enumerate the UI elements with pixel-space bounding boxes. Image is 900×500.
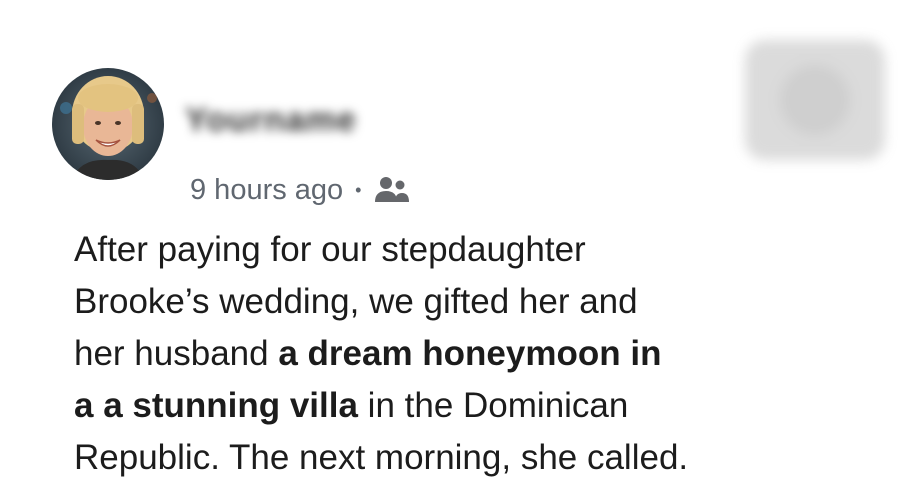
timestamp[interactable]: 9 hours ago [190,174,343,207]
friends-icon[interactable] [373,174,411,206]
post-text: After paying for our stepdaughter [74,230,586,269]
post-line-1: After paying for our stepdaughter [74,224,874,276]
post-text: in the Dominican [357,386,629,425]
post-body: After paying for our stepdaughter Brooke… [74,224,874,484]
avatar-photo [52,68,164,180]
post-line-4: a a stunning villa in the Dominican [74,380,874,432]
post-line-3: her husband a dream honeymoon in [74,328,874,380]
post-text: her husband [74,334,279,373]
post-meta: 9 hours ago • [190,170,411,210]
avatar[interactable] [52,68,164,180]
author-name[interactable]: Yourname [185,103,555,137]
meta-separator: • [355,179,362,200]
post-text: Brooke’s wedding, we gifted her and [74,282,638,321]
blurred-corner-graphic [735,20,895,170]
post-text: Republic. The next morning, she called. [74,438,689,477]
post-line-5: Republic. The next morning, she called. [74,432,874,484]
author-name-text: Yourname [185,101,357,139]
post-text-bold: a a stunning villa [74,386,358,425]
post-text-bold: a dream honeymoon in [278,334,662,373]
facebook-post: Yourname 9 hours ago • After paying for … [0,0,900,500]
post-line-2: Brooke’s wedding, we gifted her and [74,276,874,328]
